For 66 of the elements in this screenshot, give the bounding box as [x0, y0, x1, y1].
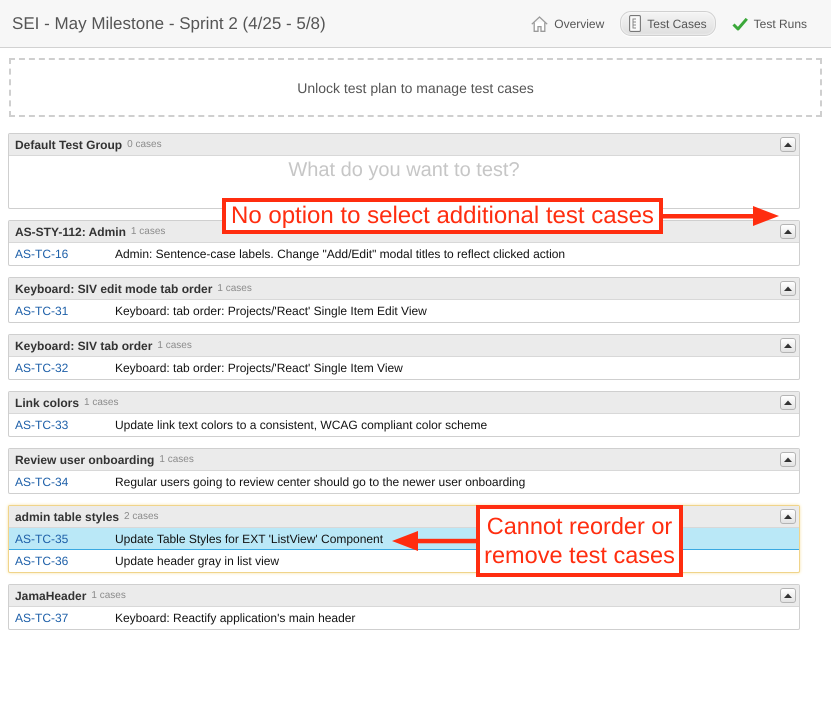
house-icon: [531, 16, 548, 32]
collapse-button[interactable]: [780, 137, 796, 152]
test-case-link[interactable]: AS-TC-35: [15, 532, 115, 546]
collapse-button[interactable]: [780, 281, 796, 296]
nav-tab[interactable]: Test Cases: [620, 11, 716, 36]
collapse-button[interactable]: [780, 509, 796, 524]
group-title: admin table styles: [15, 510, 120, 524]
group-title: Keyboard: SIV edit mode tab order: [15, 282, 212, 296]
unlock-banner[interactable]: Unlock test plan to manage test cases: [9, 58, 822, 117]
case-count: 1 cases: [84, 397, 118, 408]
group-title: Link colors: [15, 396, 80, 410]
nav-tab[interactable]: Overview: [530, 11, 606, 36]
group-title: Default Test Group: [15, 138, 122, 152]
test-case-link[interactable]: AS-TC-32: [15, 361, 115, 375]
annotation-tooltip: Cannot reorder or remove test cases: [476, 505, 683, 577]
case-count: 2 cases: [124, 511, 159, 522]
test-case-title: Update header gray in list view: [115, 554, 280, 568]
test-case-link[interactable]: AS-TC-16: [15, 247, 115, 261]
nav-tab[interactable]: Test Runs: [730, 11, 808, 36]
case-count: 0 cases: [127, 139, 162, 150]
test-case-link[interactable]: AS-TC-34: [15, 475, 115, 489]
test-case-title: Keyboard: tab order: Projects/'React' Single Item Edit View: [115, 304, 427, 318]
test-case-row[interactable]: AS-TC-37 Keyboard: Reactify application's main header: [9, 607, 356, 629]
group-title: JamaHeader: [15, 588, 86, 602]
test-case-row[interactable]: AS-TC-31 Keyboard: tab order: Projects/'React' Single Item Edit View: [9, 300, 427, 322]
test-case-row[interactable]: AS-TC-34 Regular users going to review center should go to the newer user onboarding: [9, 471, 526, 493]
document-icon: [629, 15, 642, 32]
group-title: Review user onboarding: [15, 452, 154, 466]
case-count: 1 cases: [159, 454, 194, 465]
collapse-button[interactable]: [780, 588, 796, 603]
test-case-link[interactable]: AS-TC-33: [15, 418, 115, 432]
test-case-title: Update Table Styles for EXT 'ListView' Component: [115, 532, 384, 546]
group-title: AS-STY-112: Admin: [15, 224, 126, 238]
triangle-icon: [784, 592, 792, 598]
test-case-title: Regular users going to review center should go to the newer user onboarding: [115, 475, 526, 489]
triangle-icon: [784, 400, 792, 406]
test-case-row[interactable]: AS-TC-36 Update header gray in list view: [9, 550, 280, 572]
triangle-icon: [784, 228, 792, 234]
test-case-row[interactable]: AS-TC-33 Update link text colors to a consistent, WCAG compliant color scheme: [9, 414, 488, 436]
test-case-row[interactable]: AS-TC-16 Admin: Sentence-case labels. Change "Add/Edit" modal titles to reflect clicked action: [9, 243, 566, 265]
test-case-title: Admin: Sentence-case labels. Change "Add/Edit" modal titles to reflect clicked action: [115, 247, 566, 261]
test-case-title: Keyboard: Reactify application's main header: [115, 611, 356, 625]
triangle-icon: [784, 286, 792, 292]
test-case-link[interactable]: AS-TC-36: [15, 554, 115, 568]
test-case-link[interactable]: AS-TC-31: [15, 304, 115, 318]
triangle-icon: [784, 514, 792, 520]
collapse-button[interactable]: [780, 395, 796, 410]
case-count: 1 cases: [157, 340, 192, 351]
triangle-icon: [784, 456, 792, 462]
collapse-button[interactable]: [780, 338, 796, 353]
test-case-link[interactable]: AS-TC-37: [15, 611, 115, 625]
case-count: 1 cases: [217, 283, 252, 294]
triangle-icon: [784, 142, 792, 148]
test-case-title: Keyboard: tab order: Projects/'React' Single Item View: [115, 361, 403, 375]
triangle-icon: [784, 342, 792, 348]
group-title: Keyboard: SIV tab order: [15, 338, 152, 352]
test-case-title: Update link text colors to a consistent, WCAG compliant color scheme: [115, 418, 488, 432]
collapse-button[interactable]: [780, 224, 796, 239]
case-count: 1 cases: [91, 590, 126, 601]
empty-state-title: What do you want to test?: [288, 159, 520, 182]
plan-title: SEI - May Milestone - Sprint 2 (4/25 - 5/8): [12, 14, 326, 34]
test-case-row[interactable]: AS-TC-32 Keyboard: tab order: Projects/'React' Single Item View: [9, 357, 403, 379]
annotation-tooltip: No option to select additional test cases: [222, 198, 663, 234]
case-count: 1 cases: [130, 226, 166, 237]
check-icon: [732, 16, 748, 30]
collapse-button[interactable]: [780, 452, 796, 467]
